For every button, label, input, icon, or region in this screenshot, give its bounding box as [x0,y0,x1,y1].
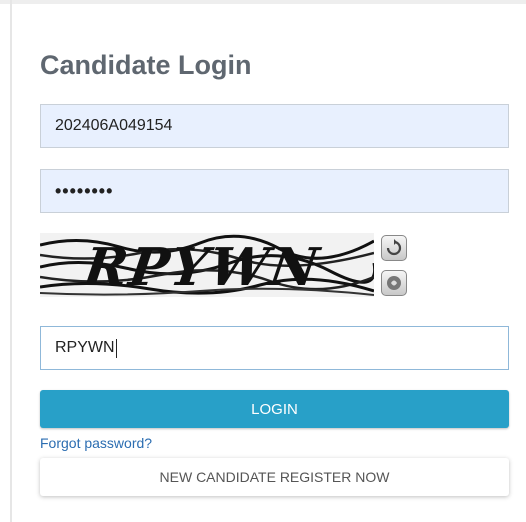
username-field[interactable]: 202406A049154 [40,104,509,148]
password-value: •••••••• [55,180,114,201]
captcha-text: RPYWN [78,237,324,297]
captcha-input[interactable]: RPYWN [40,326,509,370]
forgot-password-link[interactable]: Forgot password? [40,435,152,451]
top-border [0,0,526,4]
audio-icon [387,276,401,290]
register-button[interactable]: NEW CANDIDATE REGISTER NOW [40,458,509,496]
refresh-captcha-button[interactable] [381,235,407,261]
refresh-icon [386,239,402,256]
text-caret [115,338,117,358]
captcha-input-value: RPYWN [55,339,115,356]
username-value: 202406A049154 [55,117,173,134]
captcha-image: RPYWN [40,233,374,297]
audio-captcha-button[interactable] [381,270,407,296]
login-button[interactable]: LOGIN [40,390,509,428]
page-title: Candidate Login [40,50,252,80]
left-border [10,0,12,522]
password-field[interactable]: •••••••• [40,169,509,213]
